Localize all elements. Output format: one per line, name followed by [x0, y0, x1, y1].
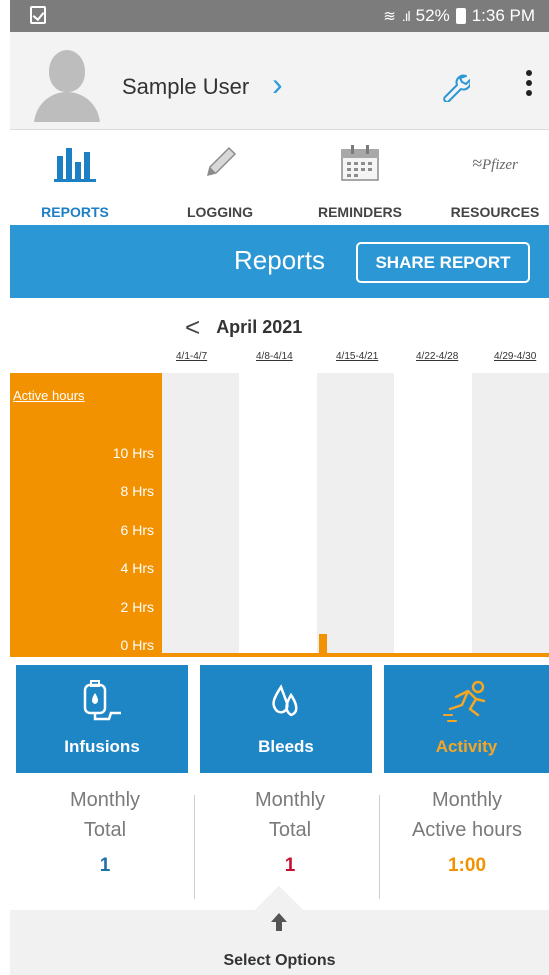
category-label: Activity — [435, 737, 498, 756]
week-labels: 4/1-4/7 4/8-4/14 4/15-4/21 4/22-4/28 4/2… — [160, 351, 549, 367]
battery-percent: 52% — [415, 6, 450, 25]
month-nav: < April 2021 — [185, 312, 302, 343]
week-link[interactable]: 4/29-4/30 — [494, 351, 536, 362]
total-value: 1 — [99, 855, 111, 876]
y-tick-label: 8 Hrs — [120, 483, 154, 500]
week-link[interactable]: 4/1-4/7 — [176, 351, 207, 362]
activity-button[interactable]: Activity — [384, 665, 549, 773]
week-link[interactable]: 4/15-4/21 — [336, 351, 378, 362]
status-bar: ≋ .ıl 52% 1:36 PM — [10, 0, 549, 32]
tab-label: REMINDERS — [317, 204, 402, 220]
bleeds-total: Monthly Total 1 — [200, 785, 380, 901]
bleeds-button[interactable]: Bleeds — [200, 665, 372, 773]
week-column — [239, 373, 317, 653]
tab-label: RESOURCES — [450, 204, 540, 220]
tab-bar: REPORTS LOGGING REMINDERS ≈Pfizer RESOUR… — [10, 130, 549, 225]
week-column — [316, 373, 395, 653]
total-label-line1: Monthly — [254, 789, 326, 811]
y-tick-label: 6 Hrs — [120, 521, 154, 538]
total-value: 1 — [284, 855, 296, 876]
tab-resources[interactable]: ≈Pfizer RESOURCES — [445, 130, 545, 225]
arrow-up-icon[interactable] — [270, 912, 288, 932]
chart-baseline — [162, 653, 549, 657]
infusions-total: Monthly Total 1 — [20, 785, 190, 901]
bar-chart-icon — [54, 148, 96, 182]
activity-total: Monthly Active hours 1:00 — [385, 785, 549, 901]
chevron-right-icon[interactable]: › — [272, 66, 283, 103]
week-link[interactable]: 4/8-4/14 — [256, 351, 293, 362]
pencil-icon — [206, 146, 237, 177]
tab-reminders[interactable]: REMINDERS — [305, 130, 415, 225]
category-selector: Infusions Bleeds Activity — [10, 665, 549, 773]
previous-month-icon[interactable]: < — [185, 312, 200, 343]
signal-icon: .ıl — [401, 8, 411, 24]
tab-label: REPORTS — [41, 204, 109, 220]
divider — [379, 795, 380, 899]
infusion-bag-icon — [83, 680, 121, 721]
tab-logging[interactable]: LOGGING — [170, 130, 270, 225]
y-axis-panel: Active hours 10 Hrs 8 Hrs 6 Hrs 4 Hrs 2 Hrs 0… — [10, 373, 162, 657]
month-label: April 2021 — [216, 317, 303, 337]
reports-bar: Reports SHARE REPORT — [10, 225, 549, 298]
status-right: ≋ .ıl 52% 1:36 PM — [383, 6, 535, 26]
total-label-line2: Active hours — [411, 819, 523, 841]
notification-icon — [30, 6, 46, 24]
chart-bar[interactable] — [318, 633, 327, 653]
tab-label: LOGGING — [186, 204, 254, 220]
avatar[interactable] — [34, 50, 100, 122]
y-tick-label: 10 Hrs — [112, 445, 154, 461]
more-menu-icon[interactable] — [526, 70, 532, 98]
total-label-line1: Monthly — [431, 789, 503, 811]
running-person-icon — [442, 680, 485, 722]
select-options-label: Select Options — [223, 952, 336, 969]
divider — [194, 795, 195, 899]
wifi-icon: ≋ — [383, 8, 396, 25]
week-column — [471, 373, 549, 653]
tab-reports[interactable]: REPORTS — [30, 130, 120, 225]
total-label-line2: Total — [83, 819, 127, 841]
battery-icon — [455, 8, 466, 24]
y-tick-label: 2 Hrs — [120, 598, 154, 615]
category-label: Infusions — [64, 737, 140, 756]
week-link[interactable]: 4/22-4/28 — [416, 351, 458, 362]
week-column — [162, 373, 240, 653]
activity-chart: Active hours 10 Hrs 8 Hrs 6 Hrs 4 Hrs 2 Hrs 0… — [10, 373, 549, 657]
page-title: Reports — [234, 245, 326, 275]
total-label-line2: Total — [268, 819, 312, 841]
category-label: Bleeds — [258, 737, 314, 756]
pfizer-logo: ≈Pfizer — [472, 152, 518, 173]
pfizer-logo-text: Pfizer — [482, 156, 518, 173]
clock: 1:36 PM — [471, 6, 535, 25]
wrench-icon[interactable] — [440, 72, 470, 102]
y-axis-title[interactable]: Active hours — [13, 388, 85, 403]
select-options-drawer[interactable]: Select Options — [10, 885, 549, 975]
blood-drops-icon — [272, 684, 298, 717]
y-tick-label: 4 Hrs — [120, 560, 154, 577]
y-tick-label: 0 Hrs — [120, 637, 154, 653]
share-report-button[interactable]: SHARE REPORT — [356, 242, 530, 283]
total-value: 1:00 — [447, 855, 487, 876]
calendar-icon — [341, 145, 379, 181]
infusions-button[interactable]: Infusions — [16, 665, 188, 773]
total-label-line1: Monthly — [69, 789, 141, 811]
week-column — [394, 373, 472, 653]
username[interactable]: Sample User — [122, 74, 249, 100]
profile-header: Sample User › — [10, 32, 549, 130]
